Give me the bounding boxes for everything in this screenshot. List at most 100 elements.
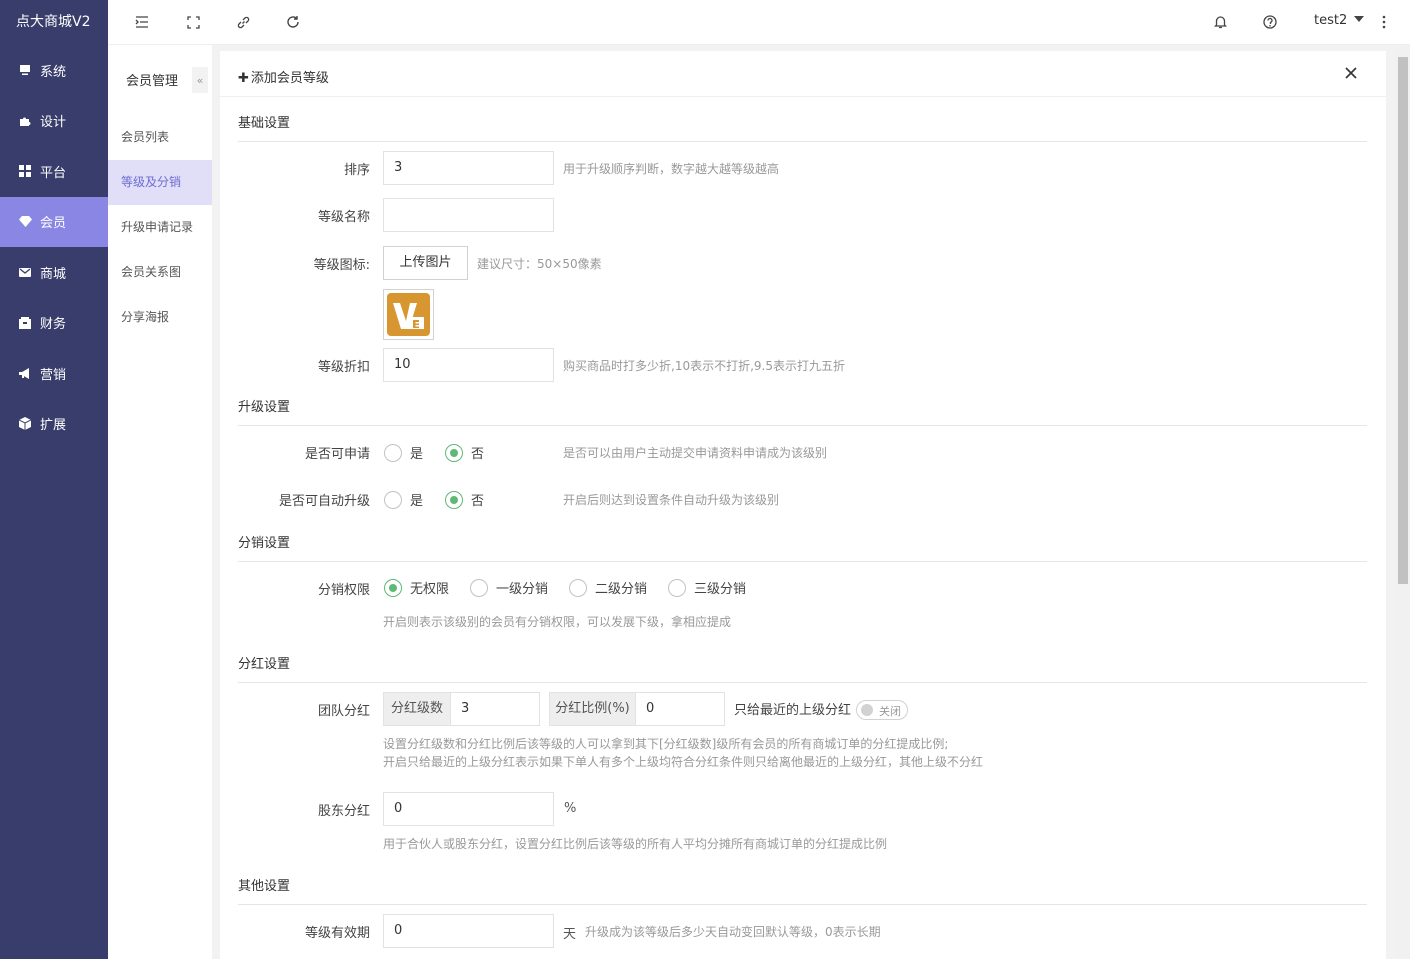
puzzle-icon (18, 114, 32, 128)
scrollbar-thumb[interactable] (1398, 57, 1408, 584)
nearest-superior-switch[interactable]: 关闭 (856, 700, 908, 720)
username: test2 (1314, 13, 1348, 28)
bell-icon[interactable] (1212, 14, 1228, 30)
bonus-ratio-addon: 分红比例(%) (549, 692, 636, 726)
bonus-levels-input[interactable]: 3 (450, 692, 540, 726)
submenu-title: 会员管理 (126, 74, 179, 89)
level-icon-label: 等级图标: (313, 258, 370, 273)
sort-label: 排序 (343, 163, 370, 178)
upload-image-button[interactable]: 上传图片 (383, 246, 468, 280)
bonus-levels-addon: 分红级数 (383, 692, 451, 726)
auto-upgrade-no-radio[interactable]: 否 (445, 490, 484, 509)
top-bar: test2 (108, 0, 1410, 45)
validity-tip: 升级成为该等级后多少天自动变回默认等级，0表示长期 (585, 925, 881, 939)
section-bonus-title: 分红设置 (238, 657, 291, 672)
team-bonus-tip-1: 设置分红级数和分红比例后该等级的人可以拿到其下[分红级数]级所有会员的所有商城订… (383, 737, 949, 751)
level-name-input[interactable] (383, 198, 554, 232)
refresh-icon[interactable] (285, 14, 301, 30)
fullscreen-icon[interactable] (185, 14, 201, 30)
help-icon[interactable] (1262, 14, 1278, 30)
distribution-level1-radio[interactable]: 一级分销 (470, 578, 548, 597)
auto-upgrade-label: 是否可自动升级 (278, 494, 370, 509)
distribution-level3-radio[interactable]: 三级分销 (668, 578, 746, 597)
sidebar-item-platform[interactable]: 平台 (0, 146, 108, 197)
page-scrollbar[interactable] (1396, 45, 1410, 959)
validity-unit: 天 (563, 927, 577, 942)
shareholder-bonus-unit: % (564, 801, 577, 816)
validity-label: 等级有效期 (304, 926, 370, 941)
can-apply-tip: 是否可以由用户主动提交申请资料申请成为该级别 (563, 446, 828, 460)
sidebar-item-label: 财务 (40, 317, 67, 333)
section-divider (238, 904, 1367, 905)
diamond-icon (18, 215, 32, 229)
link-icon[interactable] (235, 14, 251, 30)
section-divider (238, 141, 1367, 142)
more-vertical-icon[interactable] (1376, 14, 1392, 30)
sidebar-item-mall[interactable]: 商城 (0, 247, 108, 298)
sub-sidebar: 会员管理 « 会员列表 等级及分销 升级申请记录 会员关系图 分享海报 (108, 45, 212, 959)
shareholder-bonus-tip: 用于合伙人或股东分红，设置分红比例后该等级的所有人平均分摊所有商城订单的分红提成… (383, 837, 888, 851)
monitor-icon (18, 63, 32, 77)
sidebar-item-label: 平台 (40, 165, 67, 181)
validity-input[interactable]: 0 (383, 914, 554, 948)
section-upgrade-title: 升级设置 (238, 400, 291, 415)
shareholder-bonus-input[interactable]: 0 (383, 792, 554, 826)
submenu-item-member-list[interactable]: 会员列表 (108, 115, 212, 160)
section-distribution-title: 分销设置 (238, 536, 291, 551)
team-bonus-tip-2: 开启只给最近的上级分红表示如果下单人有多个上级均符合分红条件则只给离他最近的上级… (383, 755, 984, 769)
bonus-ratio-input[interactable]: 0 (635, 692, 725, 726)
sidebar-item-label: 商城 (40, 266, 67, 282)
sidebar-item-system[interactable]: 系统 (0, 45, 108, 96)
level-name-label: 等级名称 (317, 210, 370, 225)
caret-down-icon (1354, 16, 1365, 22)
sidebar-item-member[interactable]: 会员 (0, 196, 108, 247)
wallet-icon (18, 316, 32, 330)
can-apply-no-radio[interactable]: 否 (445, 443, 484, 462)
panel-title: ✚ 添加会员等级 (238, 71, 329, 86)
submenu-item-relation-graph[interactable]: 会员关系图 (108, 250, 212, 295)
close-icon (1345, 67, 1357, 79)
user-menu[interactable]: test2 (1314, 13, 1365, 28)
section-divider (238, 561, 1367, 562)
icon-size-tip: 建议尺寸：50×50像素 (477, 257, 602, 271)
distribution-tip: 开启则表示该级别的会员有分销权限，可以发展下级，拿相应提成 (383, 615, 732, 629)
grid-icon (18, 164, 32, 178)
sidebar-item-label: 会员 (40, 216, 67, 232)
distribution-level2-radio[interactable]: 二级分销 (569, 578, 647, 597)
section-basic-title: 基础设置 (238, 116, 291, 131)
v3-logo-image (387, 293, 430, 336)
level-icon-preview[interactable] (383, 289, 434, 340)
collapse-submenu-button[interactable]: « (192, 67, 208, 93)
sidebar-item-extend[interactable]: 扩展 (0, 399, 108, 450)
submenu-item-share-poster[interactable]: 分享海报 (108, 295, 212, 340)
sidebar-item-design[interactable]: 设计 (0, 96, 108, 147)
cube-icon (18, 417, 32, 431)
submenu-item-upgrade-records[interactable]: 升级申请记录 (108, 205, 212, 250)
section-other-title: 其他设置 (238, 879, 291, 894)
can-apply-yes-radio[interactable]: 是 (384, 443, 423, 462)
team-bonus-label: 团队分红 (317, 704, 370, 719)
auto-upgrade-yes-radio[interactable]: 是 (384, 490, 423, 509)
distribution-none-radio[interactable]: 无权限 (384, 578, 449, 597)
discount-input[interactable]: 10 (383, 348, 554, 382)
distribution-permission-label: 分销权限 (317, 583, 370, 598)
sort-tip: 用于升级顺序判断，数字越大越等级越高 (563, 162, 780, 176)
menu-fold-icon[interactable] (134, 14, 150, 30)
can-apply-label: 是否可申请 (304, 447, 370, 462)
sidebar-item-finance[interactable]: 财务 (0, 298, 108, 349)
close-button[interactable] (1344, 66, 1360, 82)
sidebar-item-marketing[interactable]: 营销 (0, 348, 108, 399)
mail-icon (18, 265, 32, 279)
sort-input[interactable]: 3 (383, 151, 554, 185)
sidebar-item-label: 扩展 (40, 418, 67, 434)
nearest-superior-label: 只给最近的上级分红 (734, 703, 852, 718)
section-divider (238, 682, 1367, 683)
submenu-item-levels[interactable]: 等级及分销 (108, 160, 212, 205)
panel-header: ✚ 添加会员等级 (220, 51, 1386, 97)
sidebar-item-label: 营销 (40, 367, 67, 383)
main-sidebar: 点大商城V2 系统 设计 平台 会员 商城 财务 营销 扩展 (0, 0, 108, 959)
sidebar-item-label: 设计 (40, 115, 67, 131)
shareholder-bonus-label: 股东分红 (317, 804, 370, 819)
megaphone-icon (18, 366, 32, 380)
brand-title: 点大商城V2 (16, 14, 91, 30)
